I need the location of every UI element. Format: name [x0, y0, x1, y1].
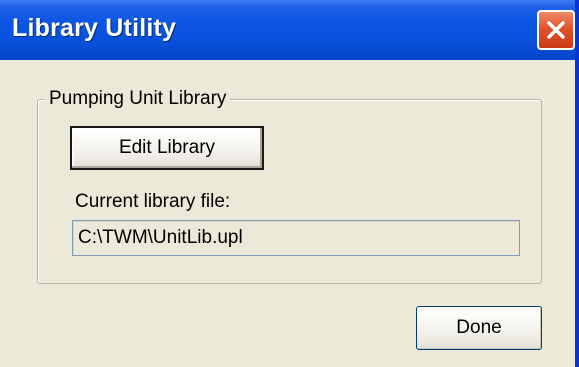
title-bar[interactable]: Library Utility [0, 0, 575, 60]
close-icon [545, 19, 567, 41]
library-utility-dialog: Library Utility Pumping Unit Library Edi… [0, 0, 579, 367]
current-library-file-field[interactable]: C:\TWM\UnitLib.upl [72, 220, 520, 256]
done-button[interactable]: Done [416, 306, 542, 350]
edit-library-button[interactable]: Edit Library [70, 126, 264, 170]
close-button[interactable] [537, 10, 575, 50]
window-title: Library Utility [12, 14, 177, 42]
current-library-file-label: Current library file: [75, 191, 231, 212]
group-legend: Pumping Unit Library [45, 88, 231, 110]
